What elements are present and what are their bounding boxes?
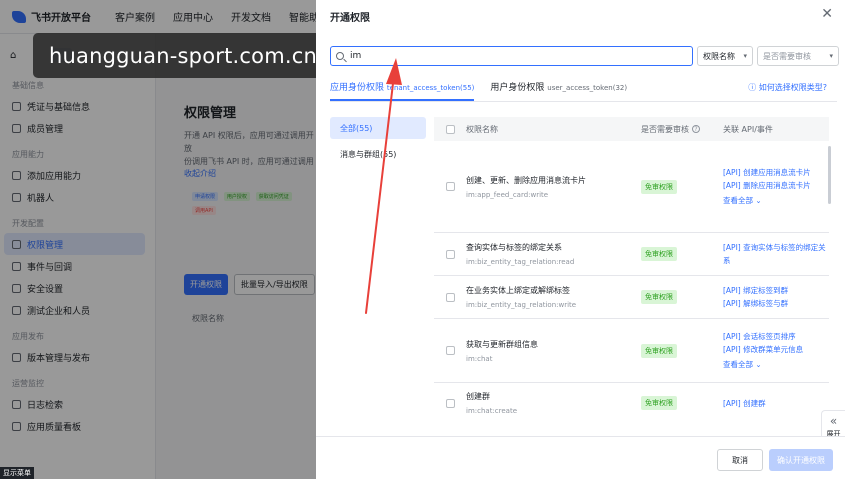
chevron-down-icon: ⌄ <box>755 196 762 205</box>
chevron-down-icon: ▾ <box>829 52 833 60</box>
audit-free-badge: 免审权限 <box>641 396 677 410</box>
table-row: 在业务实体上绑定或解绑标签 im:biz_entity_tag_relation… <box>434 276 829 319</box>
select-all-checkbox[interactable] <box>445 124 455 134</box>
permission-name: 创建群 <box>466 392 490 401</box>
audit-free-badge: 免审权限 <box>641 179 677 194</box>
table-row: 查询实体与标签的绑定关系 im:biz_entity_tag_relation:… <box>434 233 829 276</box>
chevron-down-icon: ▾ <box>743 52 747 60</box>
cancel-button[interactable]: 取消 <box>717 449 763 471</box>
confirm-enable-button[interactable]: 确认开通权限 <box>769 449 833 471</box>
search-icon <box>336 52 344 60</box>
table-scrollbar[interactable] <box>828 146 831 204</box>
search-input[interactable] <box>350 51 670 61</box>
permission-name: 创建、更新、删除应用消息流卡片 <box>466 175 586 185</box>
search-scope-value: 权限名称 <box>703 51 735 61</box>
category-all[interactable]: 全部(55) <box>330 117 426 139</box>
api-link[interactable]: [API] 创建应用消息流卡片 <box>723 166 829 179</box>
audit-free-badge: 免审权限 <box>641 247 677 261</box>
permission-key: im:chat <box>466 354 493 363</box>
column-header-api: 关联 API/事件 <box>723 124 773 134</box>
row-checkbox[interactable] <box>445 249 455 259</box>
permission-name: 获取与更新群组信息 <box>466 339 538 349</box>
help-link[interactable]: ⓘ 如何选择权限类型? <box>748 82 827 93</box>
api-link[interactable]: [API] 修改群菜单元信息 <box>723 343 829 356</box>
category-list: 全部(55) 消息与群组(55) <box>330 117 426 169</box>
permission-name: 在业务实体上绑定或解绑标签 <box>466 286 570 295</box>
tabs-divider <box>330 101 837 102</box>
row-checkbox[interactable] <box>445 292 455 302</box>
api-link[interactable]: [API] 解绑标签与群 <box>723 297 829 310</box>
row-checkbox[interactable] <box>445 398 455 408</box>
category-messaging[interactable]: 消息与群组(55) <box>330 143 426 165</box>
tab-app-identity[interactable]: 应用身份权限 tenant_access_token(55) <box>330 80 475 101</box>
show-menu-label[interactable]: 显示菜单 <box>0 467 34 479</box>
question-icon[interactable]: ? <box>692 125 700 133</box>
identity-tabs: 应用身份权限 tenant_access_token(55) 用户身份权限 us… <box>330 80 627 101</box>
permission-key: im:app_feed_card:write <box>466 190 549 199</box>
permission-key: im:biz_entity_tag_relation:read <box>466 258 575 266</box>
permission-key: im:biz_entity_tag_relation:write <box>466 301 577 309</box>
api-link[interactable]: [API] 绑定标签到群 <box>723 284 829 297</box>
row-checkbox[interactable] <box>445 346 455 355</box>
view-all-link[interactable]: 查看全部 ⌄ <box>723 194 829 207</box>
tab-user-identity[interactable]: 用户身份权限 user_access_token(32) <box>490 80 627 101</box>
api-link[interactable]: [API] 会话标签页排序 <box>723 330 829 343</box>
watermark: huangguan-sport.com.cn <box>33 33 333 78</box>
column-header-name: 权限名称 <box>466 124 498 134</box>
audit-filter-placeholder: 是否需要审核 <box>763 51 811 61</box>
permission-key: im:chat:create <box>466 407 518 415</box>
api-link[interactable]: [API] 删除应用消息流卡片 <box>723 179 829 192</box>
audit-free-badge: 免审权限 <box>641 290 677 304</box>
search-field[interactable] <box>330 46 693 66</box>
table-row: 获取与更新群组信息 im:chat 免审权限 [API] 会话标签页排序 [AP… <box>434 319 829 383</box>
help-icon: ⓘ <box>748 83 757 92</box>
drawer-title: 开通权限 <box>330 13 370 24</box>
audit-filter-select[interactable]: 是否需要审核 ▾ <box>757 46 839 66</box>
audit-free-badge: 免审权限 <box>641 343 677 358</box>
table-row: 创建、更新、删除应用消息流卡片 im:app_feed_card:write 免… <box>434 141 829 233</box>
api-link[interactable]: [API] 创建群 <box>723 397 829 410</box>
row-checkbox[interactable] <box>445 182 455 191</box>
permission-name: 查询实体与标签的绑定关系 <box>466 243 562 252</box>
double-chevron-left-icon: « <box>829 414 838 428</box>
permission-table: 权限名称 是否需要审核 ? 关联 API/事件 创建、更新、删除应用消息流卡片 … <box>434 117 829 423</box>
table-header: 权限名称 是否需要审核 ? 关联 API/事件 <box>434 117 829 141</box>
drawer-footer: 取消 确认开通权限 <box>316 436 845 479</box>
search-scope-select[interactable]: 权限名称 ▾ <box>697 46 753 66</box>
view-all-link[interactable]: 查看全部 ⌄ <box>723 358 829 371</box>
chevron-down-icon: ⌄ <box>755 360 762 369</box>
table-row: 创建群 im:chat:create 免审权限 [API] 创建群 <box>434 383 829 423</box>
permission-drawer: 开通权限 ✕ 权限名称 ▾ 是否需要审核 ▾ 应用身份权限 tenant_acc… <box>316 0 845 479</box>
api-link[interactable]: [API] 查询实体与标签的绑定关系 <box>723 241 829 267</box>
close-icon[interactable]: ✕ <box>821 7 833 21</box>
column-header-audit: 是否需要审核 ? <box>641 124 723 135</box>
